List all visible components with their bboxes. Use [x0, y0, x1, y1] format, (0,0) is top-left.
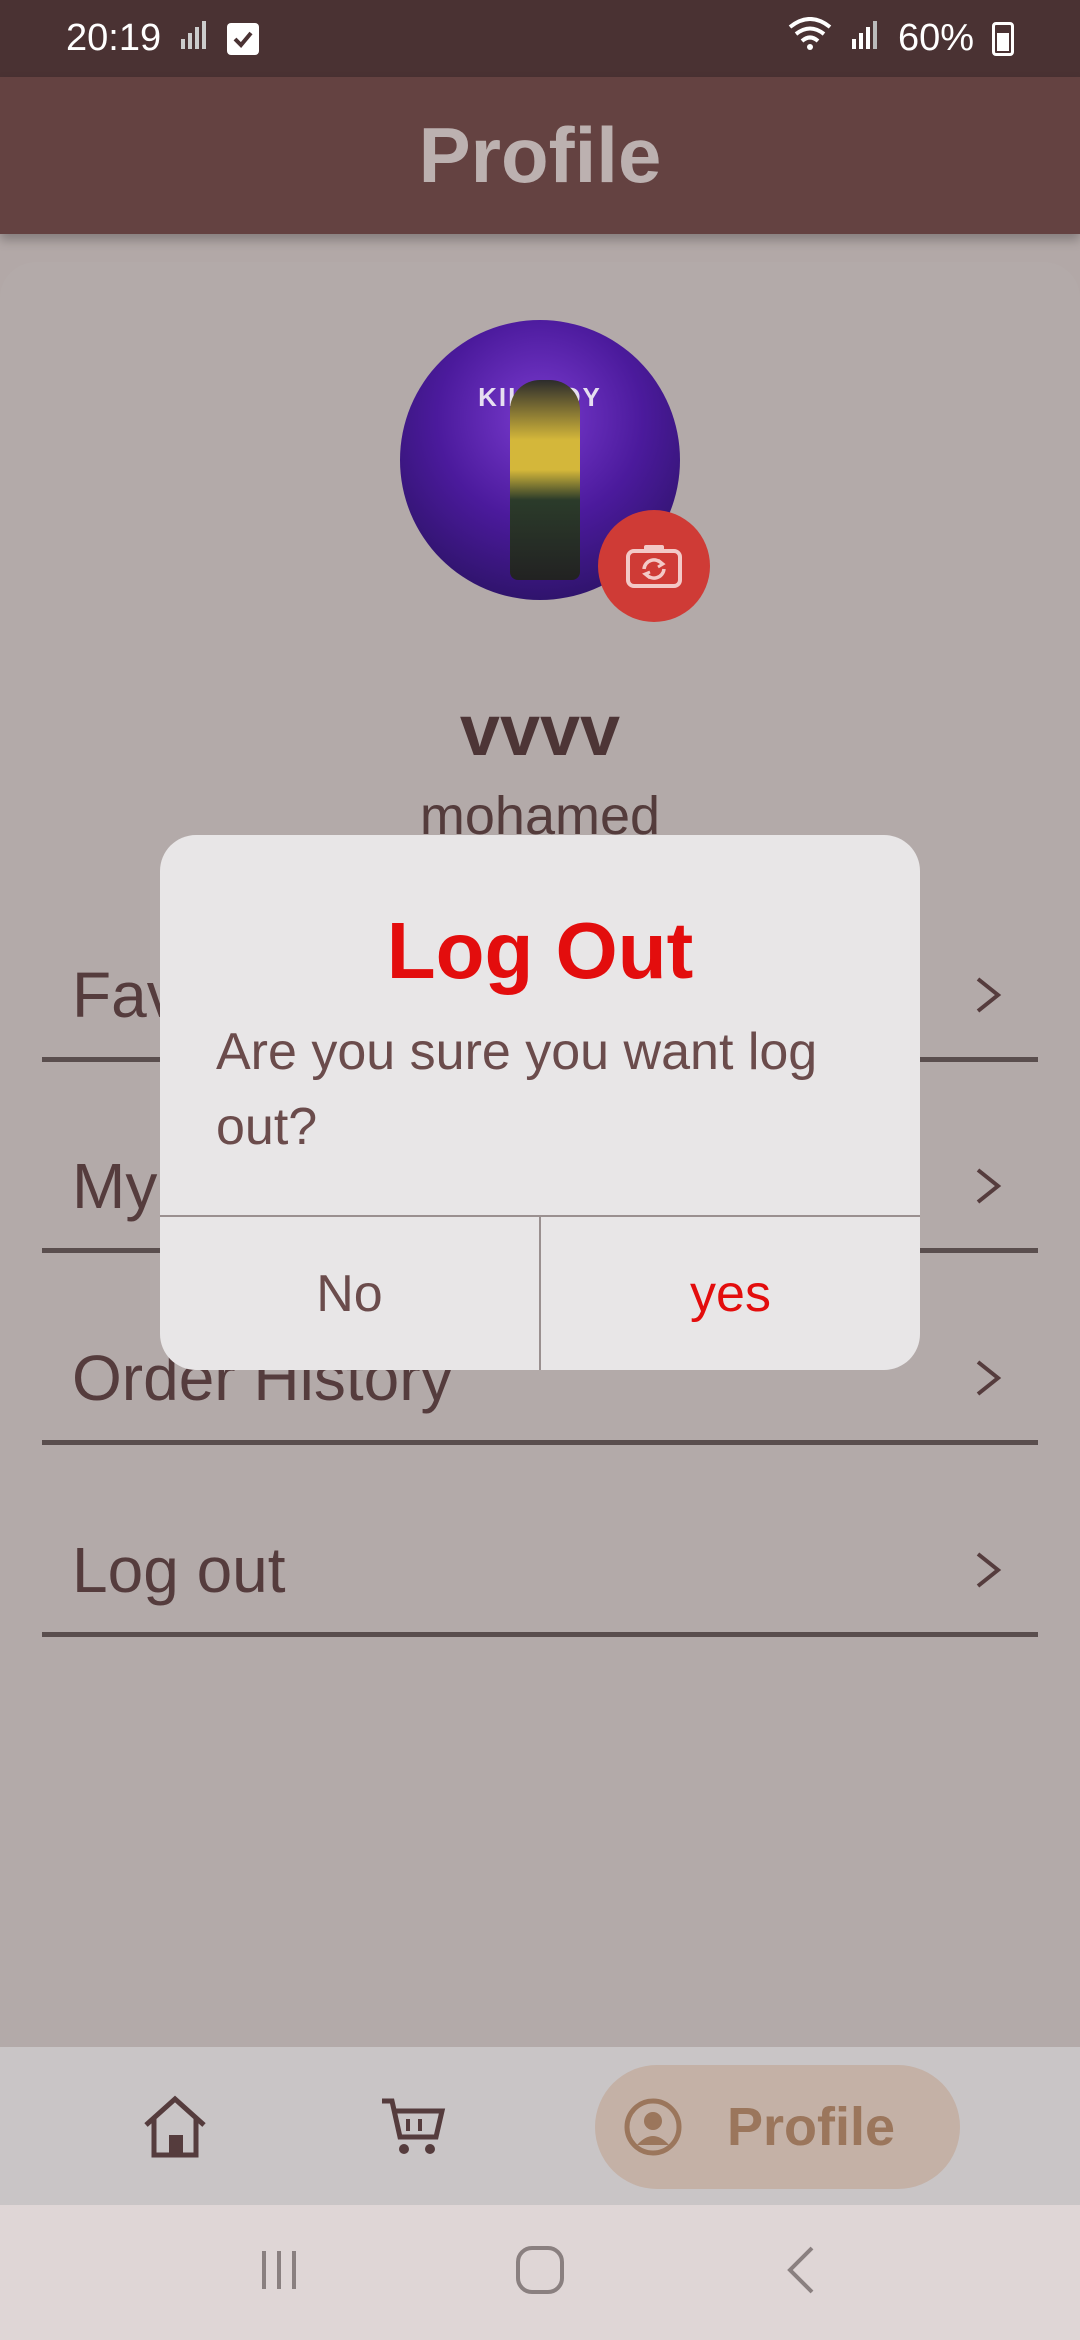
recents-button[interactable] [254, 2245, 304, 2300]
battery-icon [992, 21, 1014, 56]
screen: 20:19 60% Profile KILLJOY [0, 0, 1080, 2340]
chevron-right-icon [976, 976, 1002, 1013]
home-system-icon [516, 2246, 564, 2294]
home-system-button[interactable] [512, 2242, 568, 2303]
chevron-right-icon [976, 1167, 1002, 1204]
chevron-right-icon [976, 1359, 1002, 1396]
user-name: vvvv [459, 691, 621, 771]
chevron-right-icon [976, 1551, 1002, 1588]
notification-check-icon [227, 22, 260, 55]
profile-icon [624, 2098, 682, 2156]
avatar-character-image [510, 380, 580, 580]
app-bar: Profile [0, 77, 1080, 234]
dialog-message: Are you sure you want log out? [216, 1023, 818, 1156]
no-button[interactable]: No [160, 1217, 541, 1370]
menu-item-label: Log out [72, 1533, 286, 1606]
recents-icon [262, 2251, 296, 2289]
avatar-container: KILLJOY [400, 320, 710, 622]
wifi-icon [788, 16, 832, 61]
cell-signal-icon [850, 17, 880, 61]
signal-unknown-icon [179, 17, 209, 61]
dialog-actions: No yes [160, 1215, 920, 1370]
status-time: 20:19 [66, 17, 162, 59]
yes-button[interactable]: yes [541, 1217, 920, 1370]
home-icon [144, 2095, 206, 2158]
menu-item-log-out[interactable]: Log out [42, 1507, 1038, 1637]
logout-dialog: Log Out Are you sure you want log out? N… [160, 835, 920, 1370]
page-title: Profile [418, 111, 662, 199]
battery-percent: 60% [897, 17, 974, 59]
change-photo-button[interactable] [598, 510, 710, 622]
nav-cart-button[interactable] [378, 2091, 448, 2161]
back-button[interactable] [776, 2242, 826, 2303]
nav-profile-button[interactable]: Profile [595, 2065, 960, 2189]
cart-icon [382, 2098, 446, 2154]
dialog-title: Log Out [386, 906, 694, 995]
system-nav-bar [0, 2205, 1080, 2340]
status-bar: 20:19 60% [0, 0, 1080, 77]
bottom-nav: Profile [0, 2047, 1080, 2205]
back-icon [787, 2246, 814, 2294]
camera-switch-icon [626, 545, 682, 588]
nav-profile-label: Profile [727, 2097, 896, 2157]
nav-home-button[interactable] [140, 2091, 210, 2161]
